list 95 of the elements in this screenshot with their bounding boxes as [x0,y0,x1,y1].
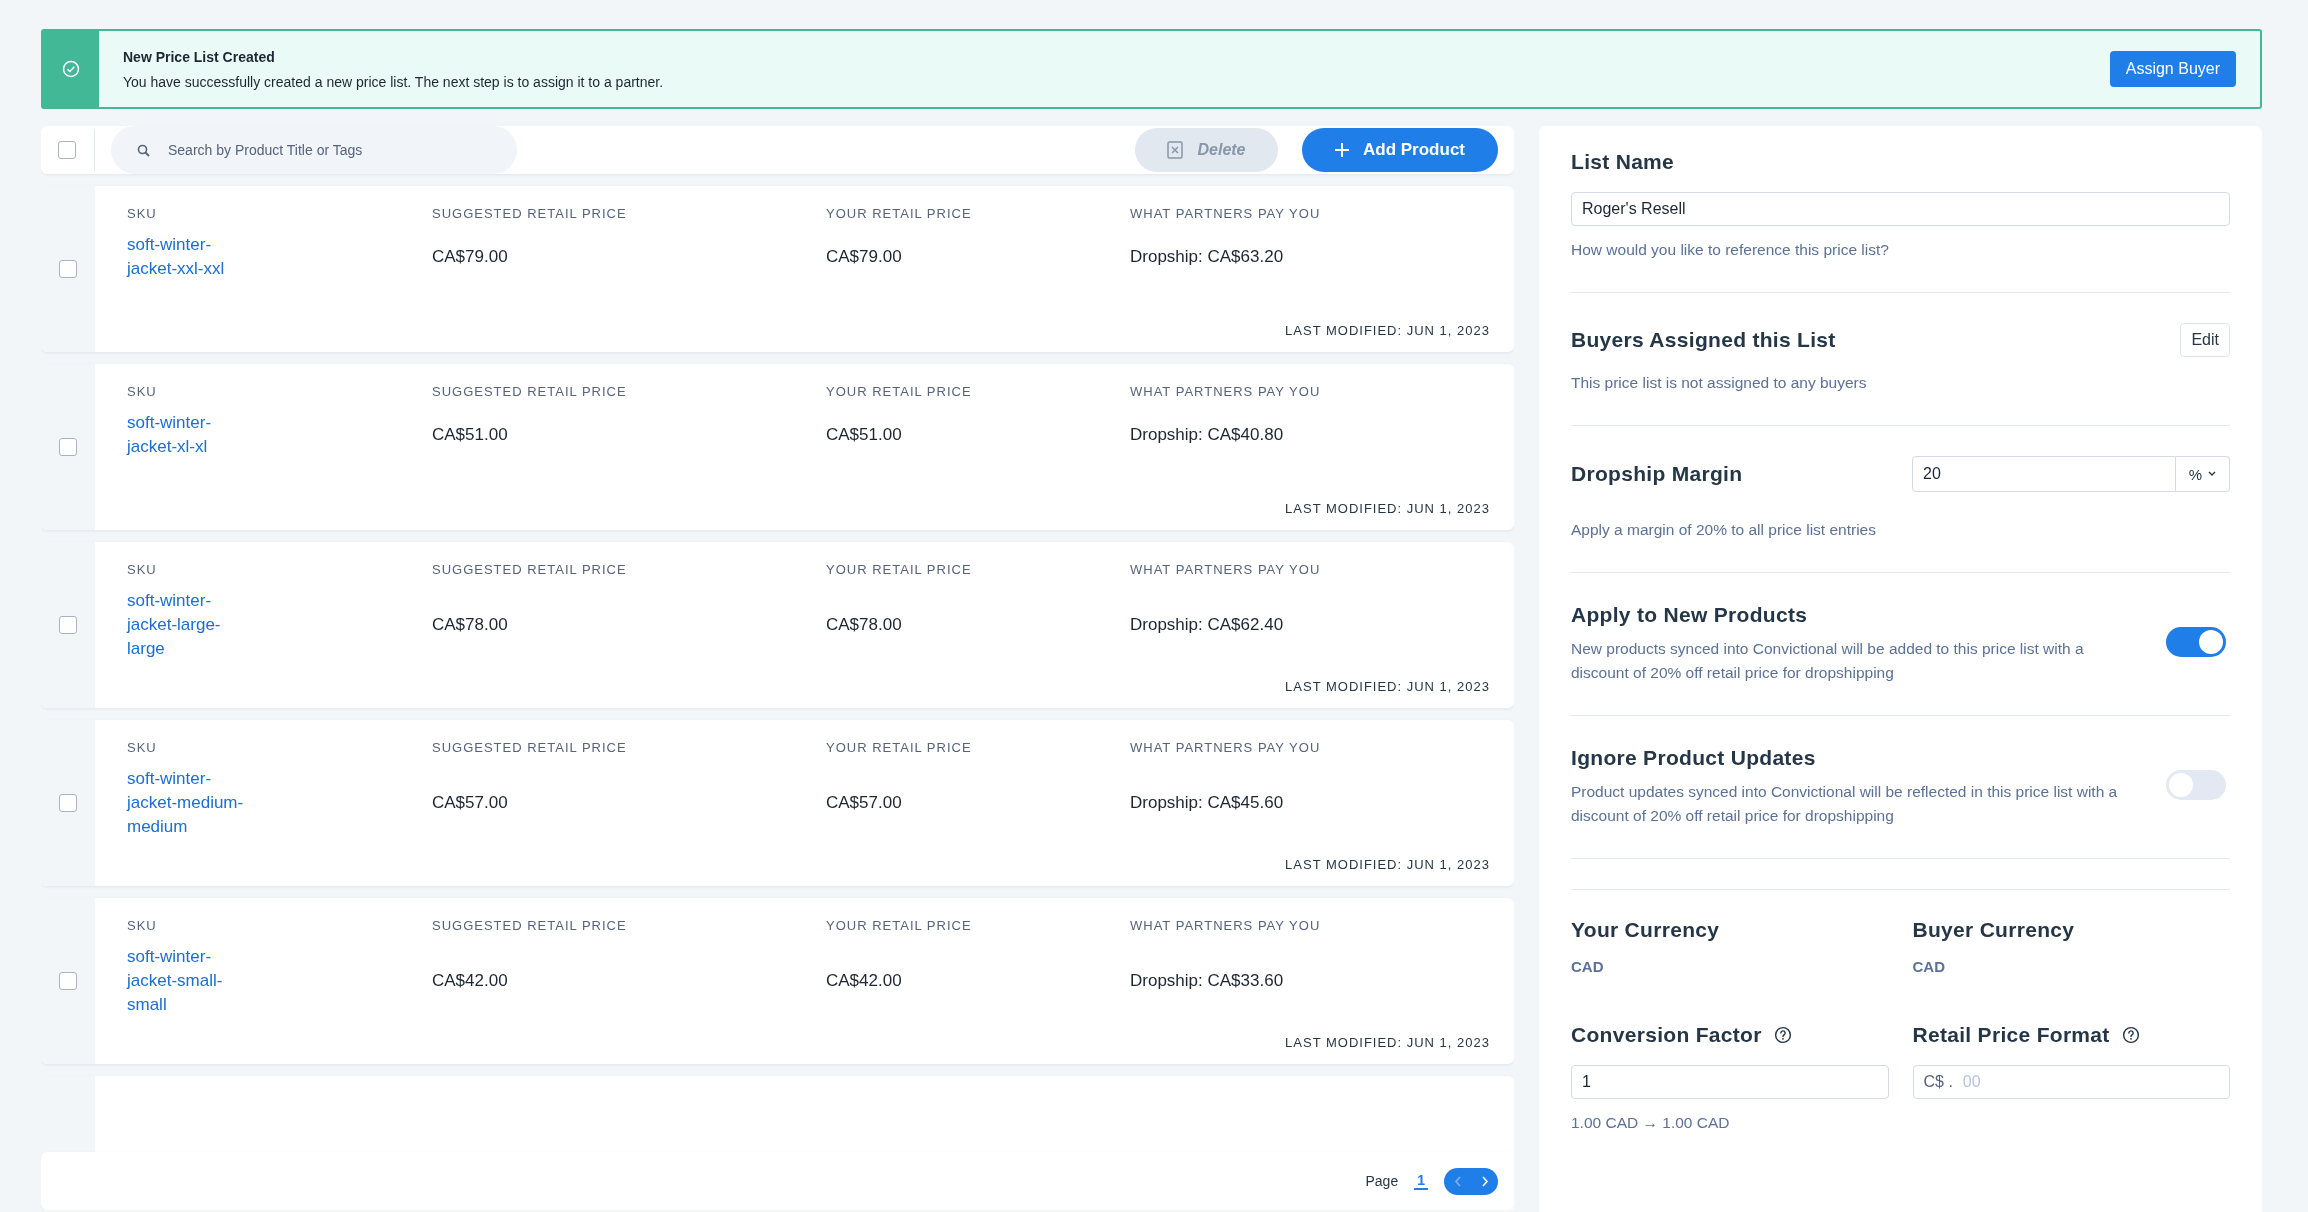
toggle-switch[interactable] [2166,770,2226,800]
add-product-button[interactable]: Add Product [1302,128,1498,172]
section-title: Conversion Factor [1571,1023,1762,1047]
column-heading: SKU [127,562,158,577]
currency-code: CAD [1912,958,1946,975]
column-heading: SUGGESTED RETAIL PRICE [432,740,628,755]
retail-price: CA$79.00 [826,247,903,267]
banner-title: New Price List Created [123,48,276,65]
column-heading: YOUR RETAIL PRICE [826,740,973,755]
search-icon [137,143,150,157]
currency-code: CAD [1571,958,1605,975]
trash-icon [1167,141,1184,159]
assign-buyer-button[interactable]: Assign Buyer [2109,51,2236,87]
banner-message: You have successfully created a new price list. The next step is to assign it to a partner. [123,73,665,90]
hint-text: New products synced into Convictional will be added to this price list with a discount of 20% off retail price for dropshipping [1571,639,2085,683]
last-modified: LAST MODIFIED: JUN 1, 2023 [1285,322,1490,338]
caret-icon [2208,471,2217,477]
chevron-left-icon[interactable] [1453,1175,1462,1187]
checkbox[interactable] [59,438,77,456]
price-format-field[interactable]: C$ . 00 [1912,1065,2230,1099]
last-modified: LAST MODIFIED: JUN 1, 2023 [1285,856,1490,872]
plus-icon [1335,143,1349,157]
column-heading: YOUR RETAIL PRICE [826,384,973,399]
page-number[interactable]: 1 [1414,1172,1428,1190]
checkbox[interactable] [59,794,77,812]
column-heading: SKU [127,740,158,755]
list-name-field[interactable]: Roger's Resell [1571,192,2230,226]
suggested-price: CA$79.00 [432,247,509,267]
retail-price: CA$57.00 [826,793,903,813]
section-title: Ignore Product Updates [1571,746,1817,770]
placeholder-text: 00 [1962,1073,1981,1091]
column-heading: WHAT PARTNERS PAY YOU [1130,206,1322,221]
last-modified: LAST MODIFIED: JUN 1, 2023 [1285,1034,1490,1050]
unit-dropdown[interactable]: % [2176,456,2230,492]
column-heading: SUGGESTED RETAIL PRICE [432,206,628,221]
help-icon[interactable] [2121,1026,2140,1044]
toggle-switch[interactable] [2166,627,2226,657]
partner-price: Dropship: CA$40.80 [1130,425,1285,445]
chevron-right-icon[interactable] [1480,1175,1489,1187]
suggested-price: CA$51.00 [432,425,509,445]
sku-link[interactable]: soft-winter-jacket-medium-medium [127,767,255,839]
suggested-price: CA$42.00 [432,971,509,991]
column-heading: SKU [127,384,158,399]
section-title: Buyer Currency [1912,918,2076,942]
column-heading: SUGGESTED RETAIL PRICE [432,384,628,399]
section-title: Buyers Assigned this List [1571,328,1836,352]
hint-text: How would you like to reference this price list? [1571,240,1890,260]
checkbox[interactable] [58,141,76,159]
partner-price: Dropship: CA$33.60 [1130,971,1285,991]
margin-field[interactable]: 20 [1912,456,2176,492]
section-title: Retail Price Format [1912,1023,2110,1047]
column-heading: SUGGESTED RETAIL PRICE [432,918,628,933]
hint-text: Apply a margin of 20% to all price list entries [1571,520,1877,540]
partner-price: Dropship: CA$45.60 [1130,793,1285,813]
sku-link[interactable]: soft-winter-jacket-small-small [127,945,255,1017]
page-arrows[interactable] [1444,1167,1498,1195]
sku-link[interactable]: soft-winter-jacket-xl-xl [127,411,255,459]
section-title: Apply to New Products [1571,603,1809,627]
hint-text: Product updates synced into Convictional will be reflected in this price list with a discount of 20% off retail price for dropshipping [1571,782,2119,826]
column-heading: SUGGESTED RETAIL PRICE [432,562,628,577]
page-label: Page [1365,1173,1399,1189]
check-circle-icon [62,60,80,78]
column-heading: WHAT PARTNERS PAY YOU [1130,384,1322,399]
partner-price: Dropship: CA$63.20 [1130,247,1285,267]
hint-text: This price list is not assigned to any buyers [1571,373,1868,393]
column-heading: YOUR RETAIL PRICE [826,918,973,933]
section-title: Dropship Margin [1571,462,1744,486]
column-heading: YOUR RETAIL PRICE [826,206,973,221]
suggested-price: CA$78.00 [432,615,509,635]
checkbox[interactable] [59,972,77,990]
suggested-price: CA$57.00 [432,793,509,813]
checkbox[interactable] [59,616,77,634]
column-heading: WHAT PARTNERS PAY YOU [1130,562,1322,577]
checkbox[interactable] [59,260,77,278]
conversion-field[interactable]: 1 [1571,1065,1889,1099]
currency-prefix: C$ . [1923,1073,1953,1091]
sku-link[interactable]: soft-winter-jacket-xxl-xxl [127,233,255,281]
section-title: Your Currency [1571,918,1721,942]
column-heading: SKU [127,918,158,933]
retail-price: CA$78.00 [826,615,903,635]
column-heading: YOUR RETAIL PRICE [826,562,973,577]
sku-link[interactable]: soft-winter-jacket-large-large [127,589,255,661]
retail-price: CA$51.00 [826,425,903,445]
last-modified: LAST MODIFIED: JUN 1, 2023 [1285,678,1490,694]
conversion-note: 1.00 CAD → 1.00 CAD [1571,1113,1731,1133]
edit-button[interactable]: Edit [2180,323,2230,357]
column-heading: WHAT PARTNERS PAY YOU [1130,740,1322,755]
help-icon[interactable] [1773,1026,1792,1044]
search-field[interactable]: Search by Product Title or Tags [111,126,517,174]
column-heading: SKU [127,206,158,221]
column-heading: WHAT PARTNERS PAY YOU [1130,918,1322,933]
last-modified: LAST MODIFIED: JUN 1, 2023 [1285,500,1490,516]
retail-price: CA$42.00 [826,971,903,991]
section-title: List Name [1571,150,1676,174]
partner-price: Dropship: CA$62.40 [1130,615,1285,635]
